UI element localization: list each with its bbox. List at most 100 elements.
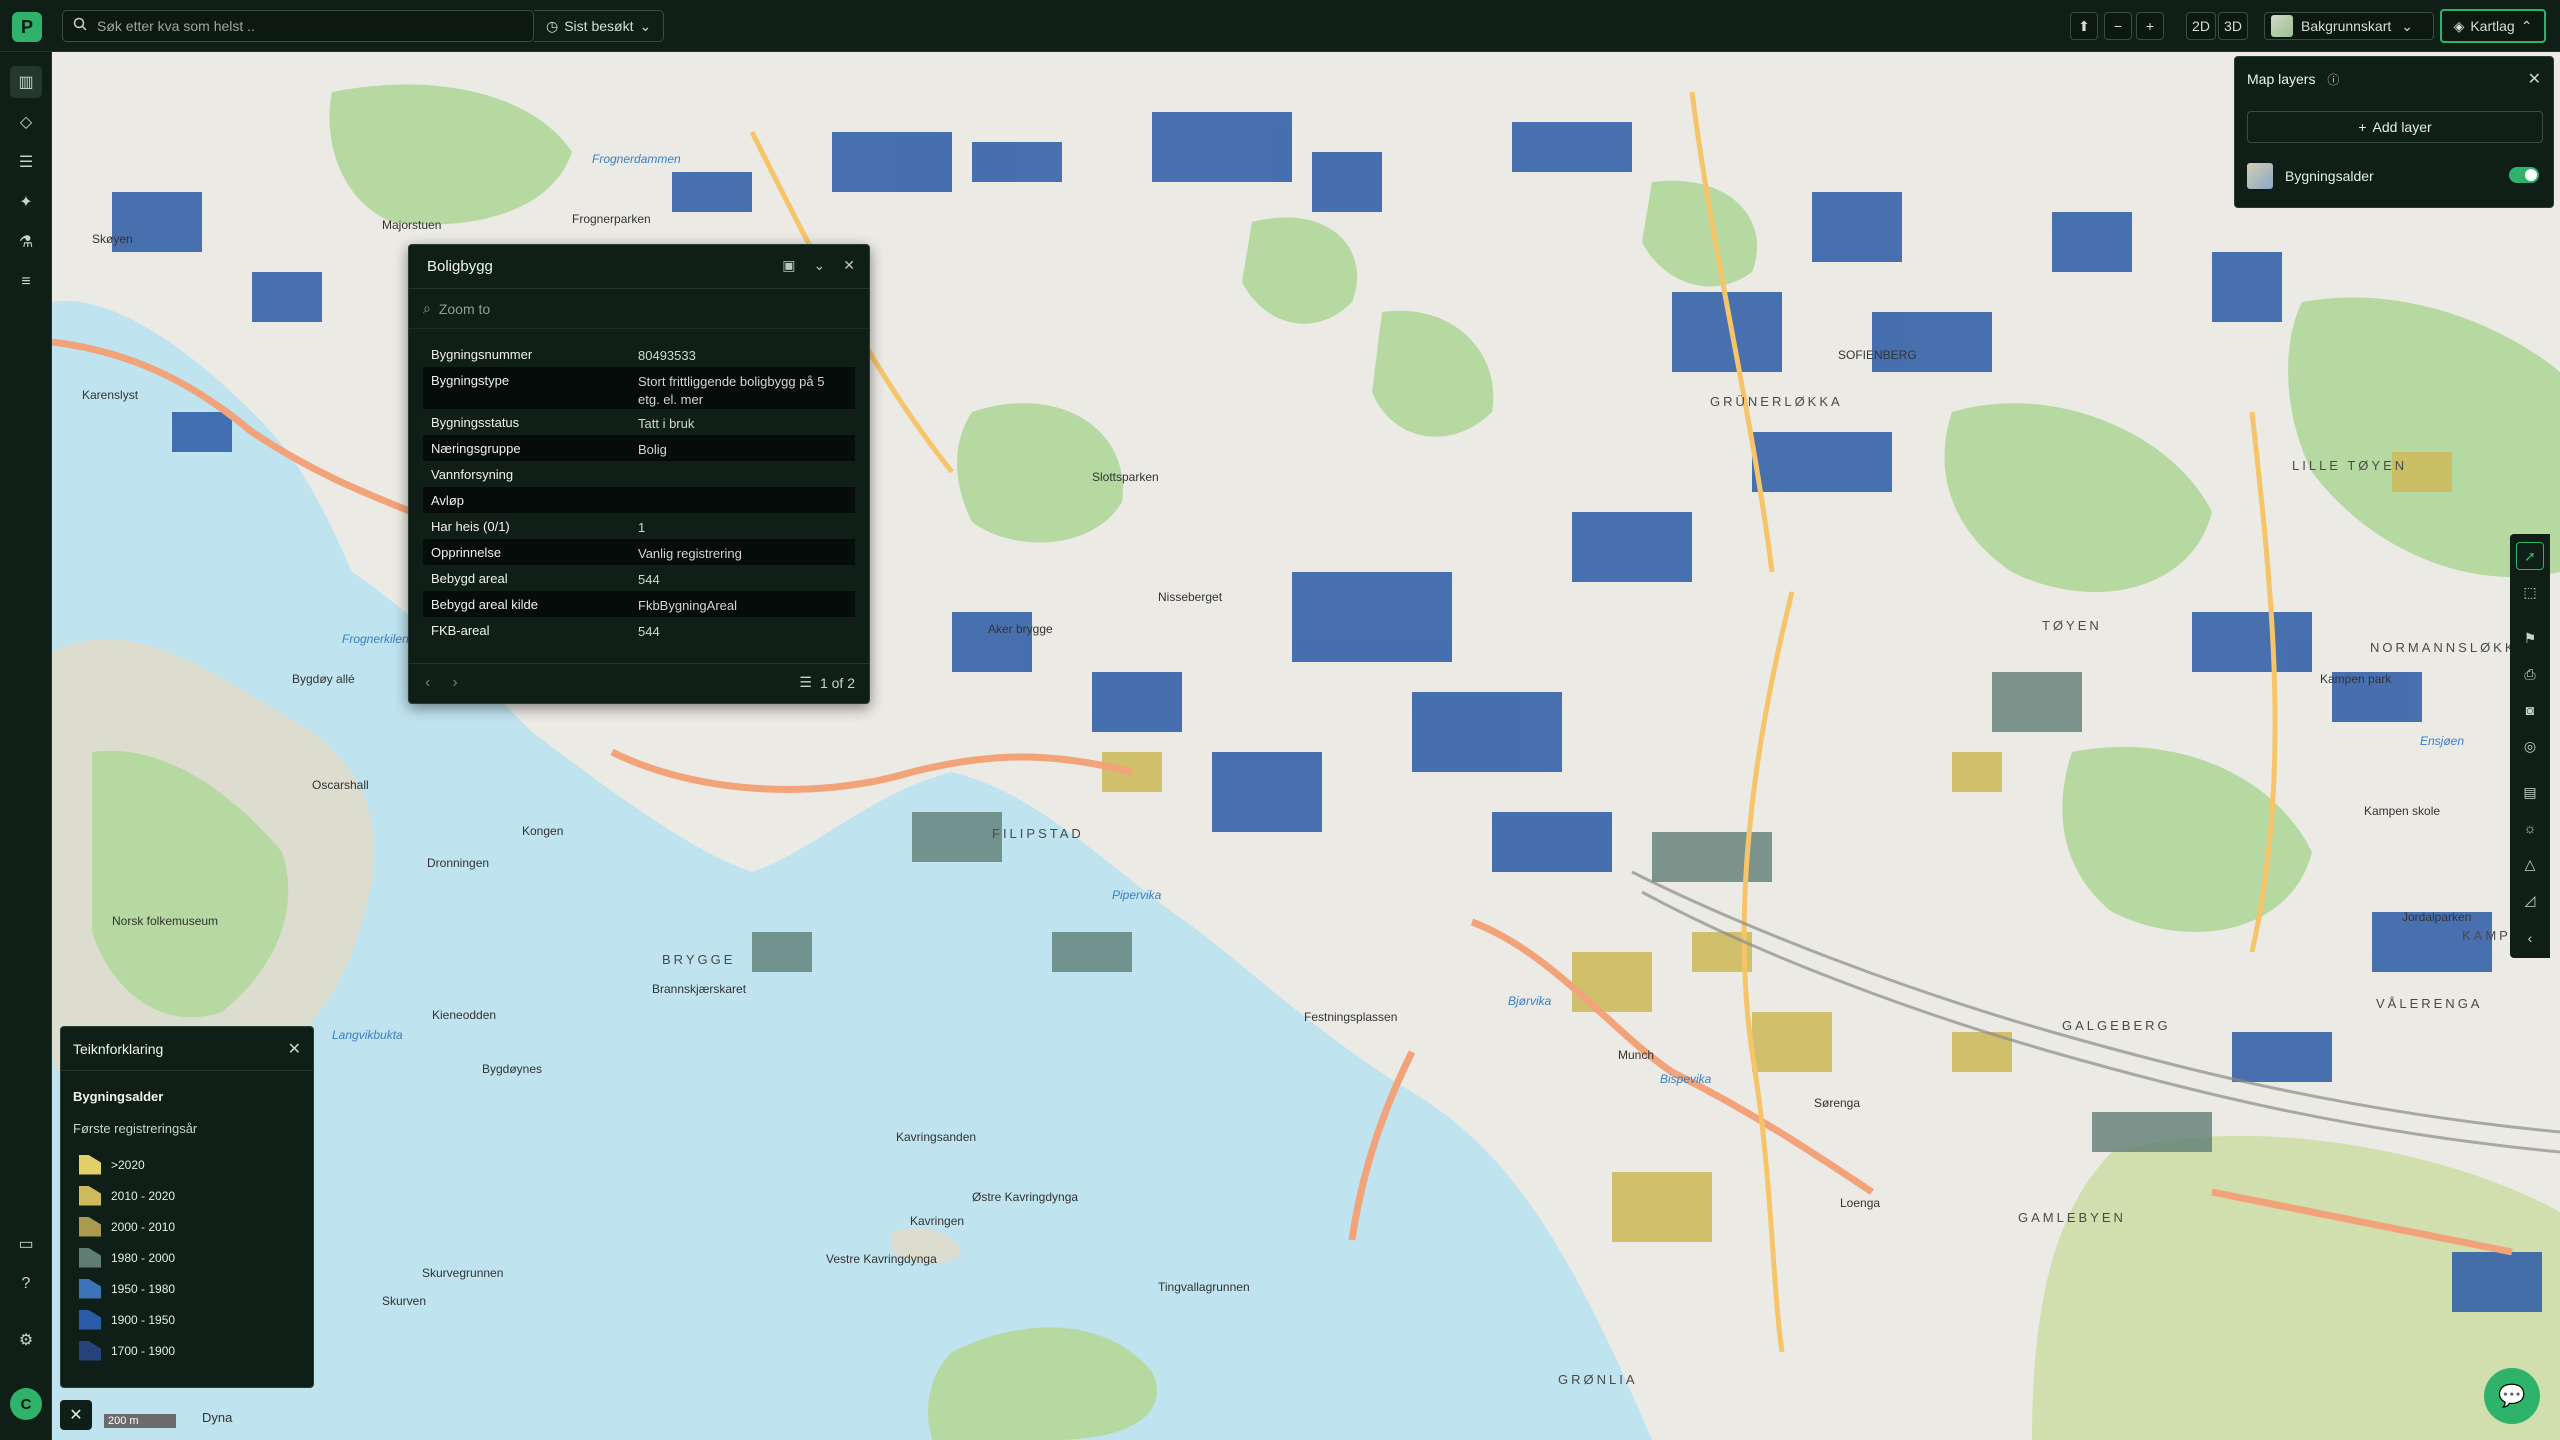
place-label: Ensjøen — [2420, 734, 2465, 748]
compass-button[interactable]: ⬆ — [2070, 12, 2098, 40]
collapse-icon[interactable]: ⌄ — [814, 257, 826, 274]
feedback-icon[interactable]: ▭ — [10, 1228, 42, 1260]
legend-swatch — [79, 1185, 101, 1206]
next-icon[interactable]: › — [452, 674, 457, 692]
legend-item: 1950 - 1980 — [79, 1273, 175, 1304]
triangle-icon[interactable]: ◿ — [2516, 886, 2544, 914]
attribute-row: Avløp — [423, 487, 855, 513]
legend-swatch — [79, 1154, 101, 1175]
attribute-row: Har heis (0/1) 1 — [423, 513, 855, 539]
close-legend-button[interactable]: ✕ — [60, 1400, 92, 1430]
district-label: GRÜNERLØKKA — [1710, 394, 1843, 409]
attribute-key: Har heis (0/1) — [431, 519, 510, 534]
zoom-out-button[interactable]: − — [2104, 12, 2132, 40]
close-icon[interactable]: ✕ — [288, 1039, 301, 1059]
zoom-icon: ⌕ — [423, 300, 431, 316]
legend-item: 1980 - 2000 — [79, 1242, 175, 1273]
zoom-in-button[interactable]: + — [2136, 12, 2164, 40]
legend-label: 1980 - 2000 — [111, 1250, 176, 1265]
search-input[interactable] — [97, 18, 517, 34]
place-label: Langvikbukta — [332, 1028, 403, 1042]
place-label: Skurven — [382, 1294, 427, 1308]
attribute-key: Vannforsyning — [431, 467, 514, 482]
help-icon[interactable]: ? — [10, 1268, 42, 1300]
tag-icon[interactable]: ◇ — [10, 106, 42, 138]
recent-dropdown[interactable]: ◷ Sist besøkt ⌄ — [534, 10, 664, 42]
feature-pager[interactable]: ☰ 1 of 2 — [799, 674, 855, 691]
settings-icon[interactable]: ⚙ — [10, 1324, 42, 1356]
mode-3d-button[interactable]: 3D — [2218, 12, 2248, 40]
box-select-icon[interactable]: ⬚ — [2516, 578, 2544, 606]
map-view-icon[interactable]: ▥ — [10, 66, 42, 98]
layer-visibility-toggle[interactable] — [2509, 167, 2539, 183]
chevron-down-icon: ⌄ — [639, 17, 652, 34]
place-label: Dronningen — [427, 856, 490, 870]
search-box[interactable] — [62, 10, 534, 42]
layer-name: Bygningsalder — [2285, 168, 2374, 184]
info-icon[interactable]: ⓘ — [2327, 73, 2339, 87]
layers-button[interactable]: ◈ Kartlag ⌃ — [2440, 9, 2546, 43]
previous-icon[interactable]: ‹ — [425, 674, 430, 692]
right-toolbar: ➚ ⬚ ⚑ ⎙ ◙ ◎ ▤ ☼ △ ◿ ‹ — [2510, 534, 2550, 958]
app-logo[interactable]: P — [12, 12, 42, 42]
layer-item[interactable]: Bygningsalder — [2247, 159, 2543, 193]
attribute-row: Bygningstype Stort frittliggende boligbyg… — [423, 367, 855, 409]
legend-item: 2010 - 2020 — [79, 1180, 175, 1211]
sun-icon[interactable]: ☼ — [2516, 814, 2544, 842]
legend-label: 2010 - 2020 — [111, 1188, 176, 1203]
attribute-row: Bebygd areal 544 — [423, 565, 855, 591]
user-avatar[interactable]: C — [10, 1388, 42, 1420]
district-label: GAMLEBYEN — [2018, 1210, 2126, 1225]
list-icon[interactable]: ☰ — [10, 146, 42, 178]
place-label: Kavringsanden — [896, 1130, 977, 1144]
attribute-value: 544 — [638, 572, 660, 587]
place-label: SOFIENBERG — [1838, 348, 1917, 362]
add-layer-button[interactable]: + Add layer — [2247, 111, 2543, 143]
attribute-key: Bebygd areal kilde — [431, 597, 538, 612]
camera-icon[interactable]: ◙ — [2516, 696, 2544, 724]
place-label: Oscarshall — [312, 778, 369, 792]
attribute-value: 1 — [638, 520, 646, 535]
add-layer-label: Add layer — [2372, 119, 2432, 135]
car-icon[interactable]: ▤ — [2516, 778, 2544, 806]
place-label: Karenslyst — [82, 388, 139, 402]
select-cursor-icon[interactable]: ➚ — [2516, 542, 2544, 570]
attribute-table: Bygningsnummer 80493533 Bygningstype Stort… — [423, 341, 855, 643]
place-label: Kampen park — [2320, 672, 2392, 686]
attribute-key: Bygningsnummer — [431, 347, 533, 362]
district-label: GRØNLIA — [1558, 1372, 1638, 1387]
legend-swatch — [79, 1247, 101, 1268]
filter-icon[interactable]: ≡ — [10, 266, 42, 298]
zoom-to-button[interactable]: ⌕ Zoom to — [409, 289, 869, 329]
district-label: NORMANNSLØKKA — [2370, 640, 2529, 655]
dock-icon[interactable]: ▣ — [782, 257, 795, 274]
place-label: Østre Kavringdynga — [972, 1190, 1079, 1204]
close-icon[interactable]: ✕ — [843, 257, 855, 274]
legend-item: 1900 - 1950 — [79, 1304, 175, 1335]
bookmark-icon[interactable]: ⚑ — [2516, 624, 2544, 652]
search-icon — [73, 17, 87, 36]
place-label: Bispevika — [1660, 1072, 1712, 1086]
district-label: BRYGGE — [662, 952, 736, 967]
district-label: FILIPSTAD — [992, 826, 1084, 841]
feature-panel-footer: ‹ › ☰ 1 of 2 — [409, 663, 869, 703]
attribute-row: Opprinnelse Vanlig registrering — [423, 539, 855, 565]
print-icon[interactable]: ⎙ — [2516, 660, 2544, 688]
mode-2d-button[interactable]: 2D — [2186, 12, 2216, 40]
legend-swatch — [79, 1340, 101, 1361]
place-label: Majorstuen — [382, 218, 442, 232]
basemap-selector[interactable]: Bakgrunnskart ⌄ — [2264, 12, 2434, 40]
chevron-left-icon[interactable]: ‹ — [2516, 924, 2544, 952]
measure-icon[interactable]: △ — [2516, 850, 2544, 878]
place-label: Frognerdammen — [592, 152, 681, 166]
legend-title: Teiknforklaring — [61, 1027, 313, 1071]
close-icon[interactable]: ✕ — [2528, 69, 2541, 89]
legend-label: 1900 - 1950 — [111, 1312, 176, 1327]
chat-button[interactable]: 💬 — [2484, 1368, 2540, 1424]
place-label: Norsk folkemuseum — [112, 914, 219, 928]
analysis-icon[interactable]: ✦ — [10, 186, 42, 218]
locate-icon[interactable]: ◎ — [2516, 732, 2544, 760]
flask-icon[interactable]: ⚗ — [10, 226, 42, 258]
legend-subtitle: Første registreringsår — [73, 1121, 198, 1136]
district-label: VÅLERENGA — [2376, 996, 2483, 1011]
